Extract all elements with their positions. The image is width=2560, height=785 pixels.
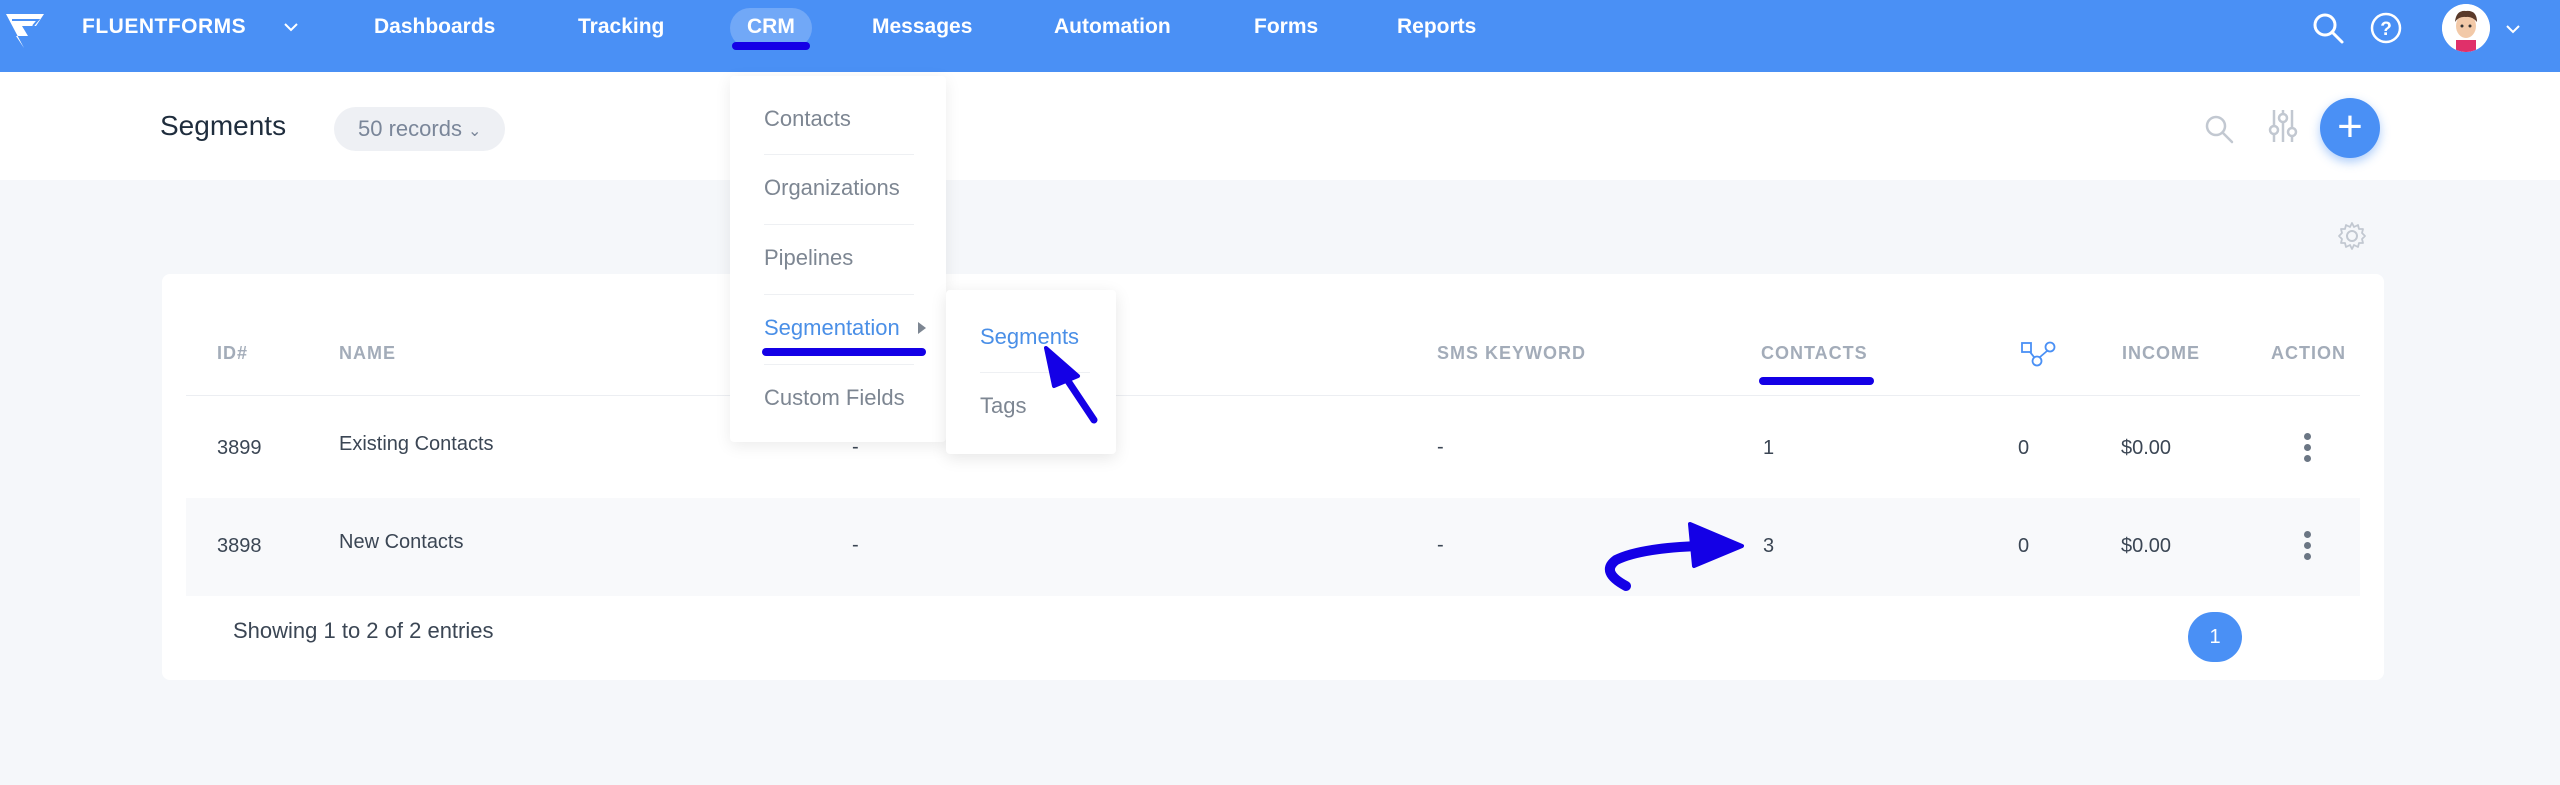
menu-item-organizations[interactable]: Organizations — [764, 175, 900, 201]
cell-id: 3899 — [217, 437, 262, 459]
help-icon[interactable]: ? — [2368, 10, 2404, 46]
pagination-summary: Showing 1 to 2 of 2 entries — [233, 618, 494, 643]
menu-divider — [764, 364, 914, 365]
cell-flows: 0 — [2018, 535, 2030, 557]
crm-dropdown-menu: Contacts Organizations Pipelines Segment… — [730, 76, 946, 442]
nav-automation[interactable]: Automation — [1054, 15, 1171, 39]
cell-flows: 0 — [2018, 437, 2030, 459]
submenu-item-tags[interactable]: Tags — [980, 393, 1026, 419]
cell-name[interactable]: Existing Contacts — [339, 433, 494, 456]
fluentforms-logo-icon[interactable] — [2, 6, 48, 54]
avatar[interactable] — [2442, 4, 2490, 52]
svg-text:?: ? — [2380, 19, 2392, 40]
cell-name[interactable]: New Contacts — [339, 531, 464, 554]
search-icon[interactable] — [2310, 10, 2346, 46]
cell-sms-keyword: - — [1437, 534, 1444, 556]
kebab-icon[interactable] — [2302, 531, 2312, 565]
filter-sliders-icon[interactable] — [2268, 106, 2298, 146]
caret-right-icon — [918, 322, 926, 334]
menu-item-segmentation[interactable]: Segmentation — [764, 315, 900, 341]
nodes-icon — [2021, 341, 2056, 367]
chevron-down-icon: ⌄ — [467, 123, 482, 140]
cell-income: $0.00 — [2121, 535, 2172, 557]
top-nav-bar: FLUENTFORMS Dashboards Tracking CRM Mess… — [0, 0, 2560, 72]
menu-item-custom-fields[interactable]: Custom Fields — [764, 385, 905, 411]
cell-sms-keyword: - — [1437, 436, 1444, 458]
table-header-divider — [186, 395, 2360, 396]
nav-dashboards[interactable]: Dashboards — [374, 15, 495, 39]
nav-forms[interactable]: Forms — [1254, 15, 1318, 39]
gear-icon[interactable] — [2336, 220, 2368, 252]
menu-item-pipelines[interactable]: Pipelines — [764, 245, 853, 271]
search-icon[interactable] — [2202, 112, 2236, 146]
cell-keyword: - — [852, 534, 859, 556]
cell-income: $0.00 — [2121, 437, 2172, 459]
cell-contacts: 1 — [1763, 437, 1775, 459]
table-row[interactable] — [186, 498, 2360, 596]
nav-crm[interactable]: CRM — [747, 15, 795, 39]
menu-item-contacts[interactable]: Contacts — [764, 106, 851, 132]
menu-divider — [764, 154, 914, 155]
nav-reports[interactable]: Reports — [1397, 15, 1476, 39]
menu-divider — [764, 224, 914, 225]
column-header-action: ACTION — [2271, 343, 2346, 363]
column-header-sms-keyword[interactable]: SMS KEYWORD — [1437, 343, 1586, 364]
column-header-income[interactable]: INCOME — [2122, 343, 2200, 364]
column-header-name[interactable]: NAME — [339, 343, 396, 364]
kebab-icon[interactable] — [2302, 433, 2312, 467]
records-count-label: 50 records — [358, 116, 462, 141]
nav-messages[interactable]: Messages — [872, 15, 972, 39]
add-segment-button[interactable]: + — [2320, 98, 2380, 158]
cell-id: 3898 — [217, 535, 262, 557]
records-count-dropdown[interactable]: 50 records ⌄ — [334, 107, 506, 151]
chevron-down-icon[interactable] — [282, 18, 300, 36]
page-header: Segments 50 records ⌄ + — [0, 72, 2560, 180]
segments-table-card — [162, 274, 2384, 680]
cell-contacts: 3 — [1763, 535, 1775, 557]
brand-name[interactable]: FLUENTFORMS — [82, 15, 246, 39]
chevron-down-icon[interactable] — [2504, 20, 2522, 38]
column-header-contacts[interactable]: CONTACTS — [1761, 343, 1868, 364]
menu-divider — [764, 294, 914, 295]
submenu-item-segments[interactable]: Segments — [980, 324, 1079, 350]
nav-tracking[interactable]: Tracking — [578, 15, 664, 39]
pagination-page-button[interactable]: 1 — [2188, 612, 2242, 662]
page-title: Segments — [160, 110, 287, 141]
menu-divider — [980, 372, 1090, 373]
segmentation-submenu: Segments Tags — [946, 290, 1116, 454]
column-header-id[interactable]: ID# — [217, 343, 248, 364]
